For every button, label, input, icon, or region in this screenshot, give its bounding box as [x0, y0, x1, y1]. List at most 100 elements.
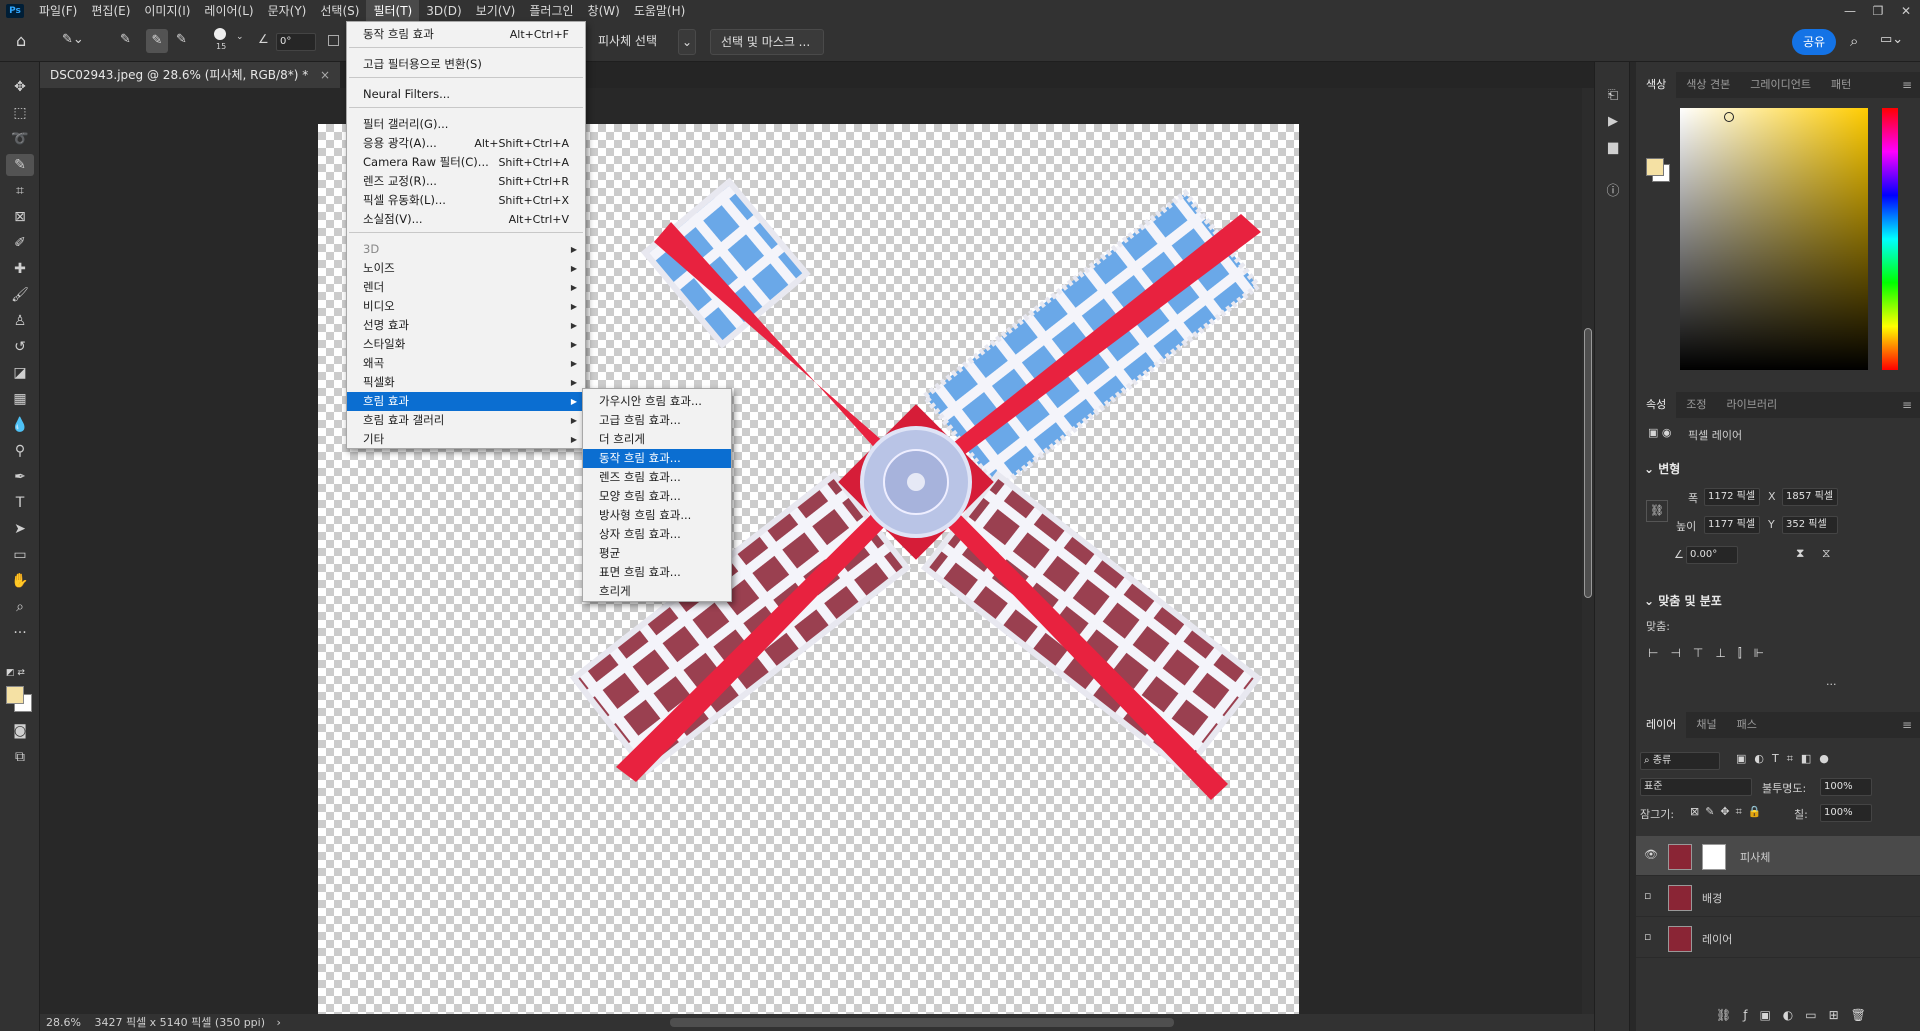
- menu-4[interactable]: 문자(Y): [261, 0, 314, 22]
- chevron-right-icon[interactable]: ›: [277, 1016, 281, 1029]
- chevron-down-icon[interactable]: ⌄: [236, 32, 244, 42]
- layer-actions-bar[interactable]: ⛓ƒ▣◐▭⊞🗑: [1716, 1008, 1878, 1022]
- select-subject-dropdown[interactable]: ⌄: [678, 29, 696, 55]
- blur-submenu-item[interactable]: 동작 흐림 효과...: [583, 449, 731, 468]
- lasso-tool-icon[interactable]: ➰: [6, 128, 34, 150]
- filter-menu-item[interactable]: 픽셀 유동화(L)... Shift+Ctrl+X: [347, 191, 585, 210]
- blur-submenu-item[interactable]: 평균: [583, 544, 731, 563]
- quick-selection-tool-icon[interactable]: ✎: [6, 154, 34, 176]
- angle-input[interactable]: 0°: [276, 33, 316, 51]
- screen-mode-icon[interactable]: ⧉: [6, 746, 34, 768]
- blur-submenu-item[interactable]: 상자 흐림 효과...: [583, 525, 731, 544]
- layer-filter-dropdown[interactable]: ⌕ 종류: [1640, 752, 1720, 770]
- menu-5[interactable]: 선택(S): [313, 0, 366, 22]
- filter-menu-item[interactable]: 응용 광각(A)... Alt+Shift+Ctrl+A: [347, 134, 585, 153]
- menu-9[interactable]: 플러그인: [522, 0, 580, 22]
- visibility-eye-icon[interactable]: ▫: [1644, 889, 1651, 902]
- sample-all-layers-checkbox[interactable]: [328, 35, 339, 46]
- height-input[interactable]: 1177 픽셀: [1704, 516, 1760, 534]
- pen-tool-icon[interactable]: ✒: [6, 466, 34, 488]
- menu-0[interactable]: 파일(F): [32, 0, 84, 22]
- layer-mask-thumbnail[interactable]: [1702, 844, 1726, 870]
- quick-mask-icon[interactable]: ◙: [6, 720, 34, 742]
- close-tab-icon[interactable]: ×: [320, 68, 330, 82]
- filter-menu-item[interactable]: 흐림 효과 갤러리 ▶: [347, 411, 585, 430]
- align-buttons[interactable]: ⊢⊣⊤⊥⫿⊩: [1648, 646, 1776, 661]
- blur-submenu-item[interactable]: 고급 흐림 효과...: [583, 411, 731, 430]
- filter-menu-item[interactable]: 소실점(V)... Alt+Ctrl+V: [347, 210, 585, 229]
- filter-menu-item[interactable]: 스타일화 ▶: [347, 335, 585, 354]
- workspace-icon[interactable]: ▭⌄: [1880, 32, 1903, 47]
- filter-menu-item[interactable]: 필터 갤러리(G)...: [347, 115, 585, 134]
- type-tool-icon[interactable]: T: [6, 492, 34, 514]
- hue-slider[interactable]: [1882, 108, 1898, 370]
- default-colors-icon[interactable]: ◩ ⇄: [6, 668, 25, 678]
- color-field[interactable]: [1680, 108, 1868, 370]
- history-icon[interactable]: ⎗: [1603, 86, 1623, 106]
- marquee-tool-icon[interactable]: ⬚: [6, 102, 34, 124]
- width-input[interactable]: 1172 픽셀: [1704, 488, 1760, 506]
- filter-menu-item[interactable]: 렌더 ▶: [347, 278, 585, 297]
- filter-menu-item[interactable]: 비디오 ▶: [347, 297, 585, 316]
- filter-menu-item[interactable]: 노이즈 ▶: [347, 259, 585, 278]
- menu-8[interactable]: 보기(V): [469, 0, 523, 22]
- vertical-scrollbar[interactable]: [1582, 88, 1594, 1014]
- color-picker-cursor[interactable]: [1724, 112, 1734, 122]
- align-section-header[interactable]: ⌄ 맞춤 및 분포: [1644, 592, 1722, 609]
- more-tools-icon[interactable]: ···: [6, 622, 34, 644]
- tab-paths[interactable]: 패스: [1727, 712, 1767, 738]
- blur-tool-icon[interactable]: 💧: [6, 414, 34, 436]
- lock-icons[interactable]: ⊠✎✥⌗🔒: [1690, 805, 1768, 819]
- filter-menu-item[interactable]: 흐림 효과 ▶: [347, 392, 585, 411]
- blur-submenu-item[interactable]: 흐리게: [583, 582, 731, 601]
- rotation-input[interactable]: 0.00°: [1686, 546, 1738, 564]
- x-input[interactable]: 1857 픽셀: [1782, 488, 1838, 506]
- add-to-selection-icon[interactable]: ✎: [146, 29, 168, 53]
- restore-button[interactable]: ❐: [1864, 0, 1892, 22]
- filter-menu-item[interactable]: 픽셀화 ▶: [347, 373, 585, 392]
- dodge-tool-icon[interactable]: ⚲: [6, 440, 34, 462]
- move-tool-icon[interactable]: ✥: [6, 76, 34, 98]
- more-options[interactable]: ···: [1826, 678, 1837, 691]
- document-tab[interactable]: DSC02943.jpeg @ 28.6% (피사체, RGB/8*) * ×: [40, 62, 341, 88]
- blur-submenu-item[interactable]: 가우시안 흐림 효과...: [583, 392, 731, 411]
- menu-10[interactable]: 창(W): [581, 0, 627, 22]
- foreground-color-chip[interactable]: [1646, 158, 1664, 176]
- layer-row[interactable]: 👁 피사체: [1636, 836, 1920, 876]
- close-button[interactable]: ✕: [1892, 0, 1920, 22]
- filter-menu-item[interactable]: 왜곡 ▶: [347, 354, 585, 373]
- layer-row[interactable]: ▫ 배경: [1636, 877, 1920, 917]
- subtract-from-selection-icon[interactable]: ✎: [176, 32, 187, 47]
- eraser-tool-icon[interactable]: ◪: [6, 362, 34, 384]
- tab-channels[interactable]: 채널: [1686, 712, 1726, 738]
- blur-submenu-item[interactable]: 렌즈 흐림 효과...: [583, 468, 731, 487]
- menu-7[interactable]: 3D(D): [419, 0, 468, 22]
- visibility-eye-icon[interactable]: 👁: [1644, 848, 1658, 861]
- scrollbar-thumb[interactable]: [1584, 328, 1592, 598]
- filter-menu-item[interactable]: Neural Filters...: [347, 85, 585, 104]
- tab-adjustments[interactable]: 조정: [1676, 392, 1716, 418]
- panel-menu-icon[interactable]: ≡: [1902, 78, 1912, 92]
- tab-swatches[interactable]: 색상 견본: [1676, 72, 1740, 98]
- zoom-tool-icon[interactable]: ⌕: [6, 596, 34, 618]
- menu-11[interactable]: 도움말(H): [627, 0, 693, 22]
- history-brush-tool-icon[interactable]: ↺: [6, 336, 34, 358]
- filter-menu-item[interactable]: Camera Raw 필터(C)... Shift+Ctrl+A: [347, 153, 585, 172]
- blur-submenu-item[interactable]: 방사형 흐림 효과...: [583, 506, 731, 525]
- canvas-area[interactable]: [40, 88, 1582, 1014]
- transform-section-header[interactable]: ⌄ 변형: [1644, 460, 1680, 477]
- hand-tool-icon[interactable]: ✋: [6, 570, 34, 592]
- tab-color[interactable]: 색상: [1636, 72, 1677, 98]
- tab-gradients[interactable]: 그레이디언트: [1740, 72, 1821, 98]
- tab-patterns[interactable]: 패턴: [1821, 72, 1861, 98]
- zoom-level[interactable]: 28.6%: [46, 1016, 81, 1029]
- info-icon[interactable]: ⓘ: [1603, 182, 1623, 202]
- tab-properties[interactable]: 속성: [1636, 392, 1677, 418]
- path-selection-tool-icon[interactable]: ➤: [6, 518, 34, 540]
- filter-menu-item[interactable]: 3D ▶: [347, 240, 585, 259]
- menu-6[interactable]: 필터(T): [366, 0, 420, 22]
- brush-tool-icon[interactable]: 🖌: [6, 284, 34, 306]
- eyedropper-tool-icon[interactable]: ✐: [6, 232, 34, 254]
- menu-2[interactable]: 이미지(I): [137, 0, 197, 22]
- filter-menu-item[interactable]: 렌즈 교정(R)... Shift+Ctrl+R: [347, 172, 585, 191]
